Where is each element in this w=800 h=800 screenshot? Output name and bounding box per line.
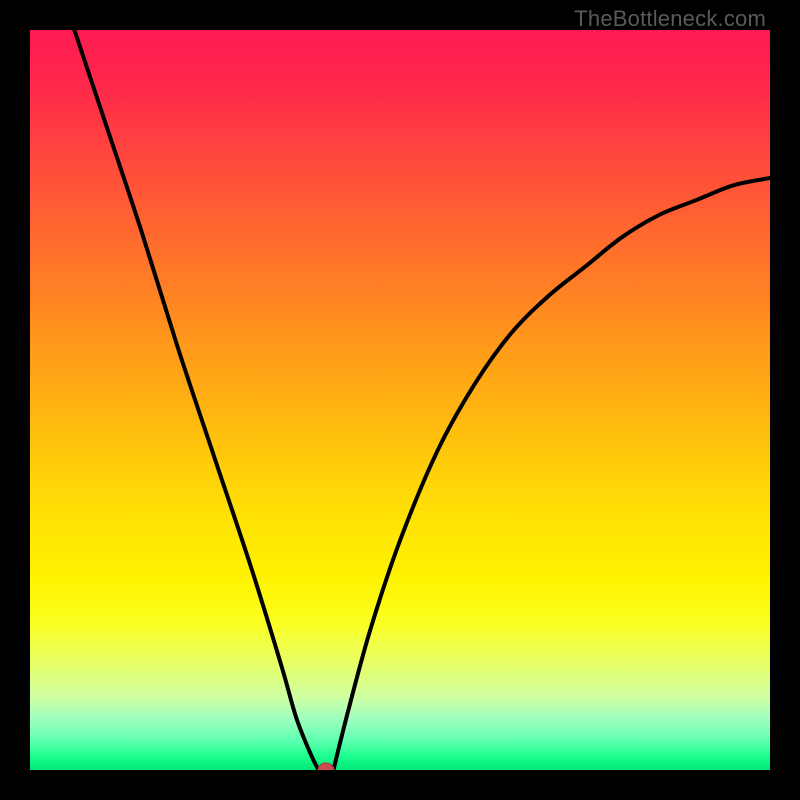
plot-area — [30, 30, 770, 770]
curve-right-branch — [333, 178, 770, 770]
curve-left-branch — [74, 30, 318, 770]
chart-frame: TheBottleneck.com — [0, 0, 800, 800]
optimal-point-marker — [318, 763, 334, 770]
bottleneck-curve — [30, 30, 770, 770]
watermark-text: TheBottleneck.com — [574, 6, 766, 32]
